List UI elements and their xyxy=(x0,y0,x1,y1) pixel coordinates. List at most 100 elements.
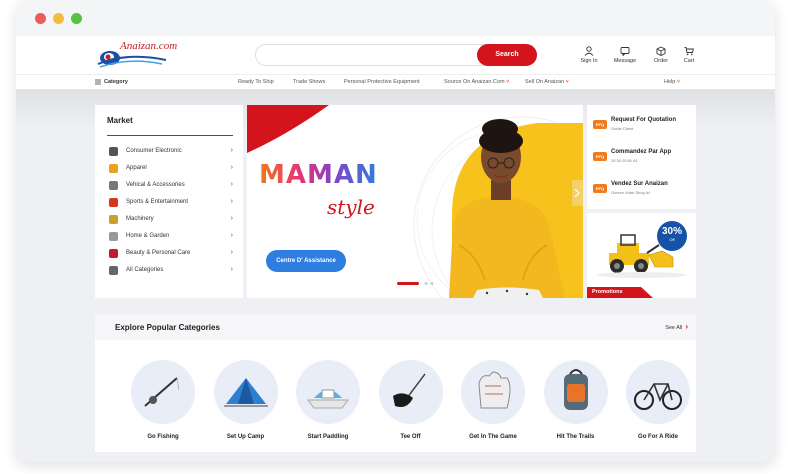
market-item-consumer-electronic[interactable]: Consumer Electronic › xyxy=(109,146,233,158)
rfq-panel: RFQ Request For Quotation Guide Client RFQ C… xyxy=(587,105,696,209)
nav-link-source-label: Source On Anaizan.Com xyxy=(444,79,505,85)
promotion-card[interactable]: 30% Off Promotions xyxy=(587,213,696,298)
chevron-right-icon: › xyxy=(230,181,233,188)
nav-link-ready-to-ship[interactable]: Ready To Ship xyxy=(238,79,274,85)
rfq-item-0[interactable]: RFQ Request For Quotation Guide Client xyxy=(593,117,693,139)
maximize-window-button[interactable] xyxy=(71,13,82,24)
rfq-item-2[interactable]: RFQ Vendez Sur Anaizan Ouvrez Votre Shop i… xyxy=(593,181,693,203)
hero-banner[interactable]: MAMAN style Centre D' Assistance xyxy=(247,105,583,298)
sign-in-label: Sign In xyxy=(580,58,598,64)
market-item-apparel[interactable]: Apparel › xyxy=(109,163,233,175)
nav-link-help-label: Help xyxy=(664,79,676,85)
site-header: Anaizan.com Search Sign In Message Order… xyxy=(16,36,775,74)
beauty-icon xyxy=(109,249,118,258)
market-item-label: All Categories xyxy=(126,267,164,273)
market-item-vehical-accessories[interactable]: Vehical & Accessories › xyxy=(109,180,233,192)
promotions-tag[interactable]: Promotions xyxy=(587,287,641,298)
electronics-icon xyxy=(109,147,118,156)
chevron-right-icon: › xyxy=(230,249,233,256)
category-go-fishing[interactable]: Go Fishing xyxy=(130,360,196,440)
cart-button[interactable]: Cart xyxy=(671,46,707,64)
rfq-item-1[interactable]: RFQ Commandez Par App 25 30 00 81 61 xyxy=(593,149,693,171)
message-label: Message xyxy=(613,58,637,64)
chevron-down-icon: ˅ xyxy=(675,79,681,85)
apparel-icon xyxy=(109,164,118,173)
chevron-down-icon: ˅ xyxy=(564,79,569,85)
discount-off: Off xyxy=(669,237,675,242)
market-item-label: Vehical & Accessories xyxy=(126,182,185,188)
section-title: Explore Popular Categories xyxy=(115,323,220,332)
bicycle-icon xyxy=(626,360,690,429)
market-item-label: Sports & Entertainment xyxy=(126,199,189,205)
category-label: Get In The Game xyxy=(469,434,517,440)
close-window-button[interactable] xyxy=(35,13,46,24)
user-icon xyxy=(584,46,594,56)
carousel-next-button[interactable] xyxy=(572,180,583,206)
order-label: Order xyxy=(653,58,669,64)
rfq-subtitle: Guide Client xyxy=(611,126,634,131)
category-thumbnail xyxy=(626,360,690,424)
category-get-in-the-game[interactable]: Get In The Game xyxy=(460,360,526,440)
message-icon xyxy=(620,47,630,56)
chevron-down-icon: ˅ xyxy=(504,79,510,85)
chevron-right-icon: › xyxy=(230,147,233,154)
category-label: Tee Off xyxy=(400,434,421,440)
nav-link-source[interactable]: Source On Anaizan.Com ˅ xyxy=(444,79,509,85)
search-button[interactable]: Search xyxy=(477,44,537,66)
minimize-window-button[interactable] xyxy=(53,13,64,24)
nav-link-trade-shows[interactable]: Trade Shows xyxy=(293,79,325,85)
order-icon xyxy=(656,46,666,56)
chevron-right-icon: › xyxy=(230,198,233,205)
market-item-label: Consumer Electronic xyxy=(126,148,182,154)
nav-link-sell[interactable]: Sell On Anaizan ˅ xyxy=(525,79,569,85)
rfq-subtitle: 25 30 00 81 61 xyxy=(611,158,638,163)
market-item-all-categories[interactable]: All Categories › xyxy=(109,265,233,277)
title-bar xyxy=(16,0,775,36)
message-button[interactable]: Message xyxy=(607,46,643,64)
nav-link-help[interactable]: Help ˅ xyxy=(664,79,680,85)
category-start-paddling[interactable]: Start Paddling xyxy=(295,360,361,440)
market-item-sports-entertainment[interactable]: Sports & Entertainment › xyxy=(109,197,233,209)
nav-link-sell-label: Sell On Anaizan xyxy=(525,79,565,85)
discount-percent: 30% xyxy=(661,226,682,237)
hero-script-text: style xyxy=(327,195,375,219)
category-hit-the-trails[interactable]: Hit The Trails xyxy=(543,360,609,440)
chevron-right-icon: › xyxy=(230,232,233,239)
hero-headline: MAMAN xyxy=(259,160,378,190)
category-label: Go For A Ride xyxy=(638,434,678,440)
category-set-up-camp[interactable]: Set Up Camp xyxy=(213,360,279,440)
see-all-label: See All xyxy=(665,325,683,331)
chevron-right-icon: › xyxy=(685,322,688,331)
assistance-button[interactable]: Centre D' Assistance xyxy=(266,250,346,272)
market-title: Market xyxy=(107,116,133,125)
rfq-title: Vendez Sur Anaizan xyxy=(611,181,668,187)
chevron-right-icon: › xyxy=(230,215,233,222)
cart-icon xyxy=(684,47,694,56)
tent-icon xyxy=(214,360,278,429)
fishing-rod-icon xyxy=(131,360,195,429)
market-item-beauty-personal-care[interactable]: Beauty & Personal Care › xyxy=(109,248,233,260)
menu-icon[interactable] xyxy=(95,79,101,87)
nav-link-ppe[interactable]: Personal Protective Equipment xyxy=(344,79,420,85)
carousel-dots[interactable] xyxy=(397,279,437,288)
sign-in-button[interactable]: Sign In xyxy=(571,46,607,64)
category-thumbnail xyxy=(296,360,360,424)
category-thumbnail xyxy=(131,360,195,424)
home-icon xyxy=(109,232,118,241)
backpack-icon xyxy=(544,360,608,429)
market-item-machinery[interactable]: Machinery › xyxy=(109,214,233,226)
golf-club-icon xyxy=(379,360,443,429)
rfq-title: Request For Quotation xyxy=(611,117,676,123)
market-item-label: Beauty & Personal Care xyxy=(126,250,191,256)
category-nav: Category Ready To Ship Trade Shows Perso… xyxy=(16,74,775,90)
category-thumbnail xyxy=(378,360,443,424)
market-item-home-garden[interactable]: Home & Garden › xyxy=(109,231,233,243)
see-all-link[interactable]: See All › xyxy=(665,322,688,331)
category-go-for-a-ride[interactable]: Go For A Ride xyxy=(625,360,691,440)
category-menu-button[interactable]: Category xyxy=(104,79,128,85)
category-tee-off[interactable]: Tee Off xyxy=(378,360,444,440)
logo-text: Anaizan.com xyxy=(120,40,178,52)
machinery-icon xyxy=(109,215,118,224)
category-label: Set Up Camp xyxy=(226,434,265,440)
category-label: Hit The Trails xyxy=(556,434,595,440)
